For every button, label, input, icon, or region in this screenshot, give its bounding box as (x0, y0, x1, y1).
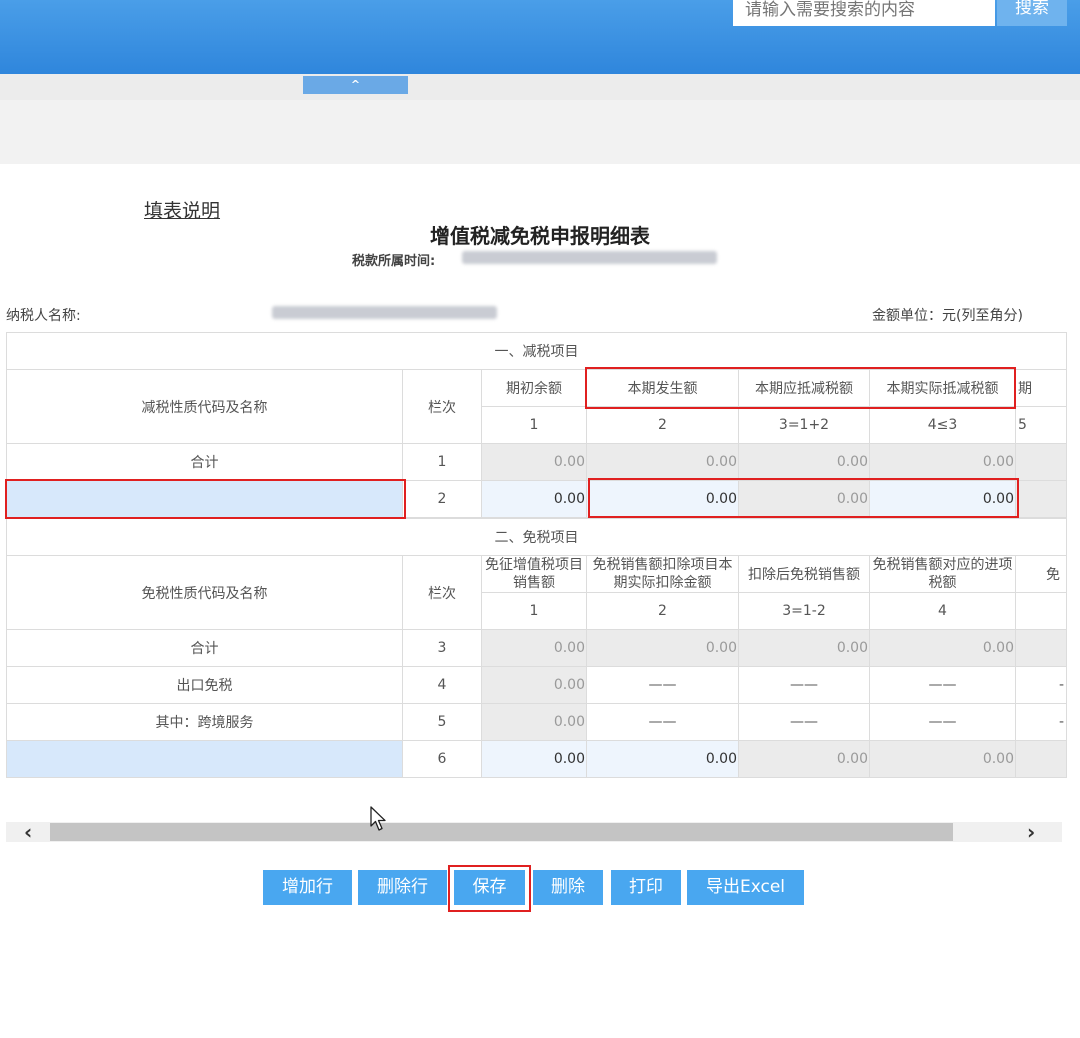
deduction-amount-input[interactable]: 0.00 (586, 740, 739, 778)
row-line-number: 3 (402, 629, 482, 667)
row-line-number: 4 (402, 666, 482, 704)
print-button[interactable]: 打印 (611, 870, 681, 905)
exemption-code-select[interactable] (6, 740, 403, 778)
table-row: 出口免税 4 0.00 —— —— —— - (6, 666, 1068, 704)
taxpayer-name-value-redacted (272, 306, 497, 319)
cell-value: 0.00 (869, 629, 1016, 667)
cell-value (1014, 740, 1068, 778)
cell-value: 0.00 (738, 629, 870, 667)
delete-button[interactable]: 删除 (533, 870, 603, 905)
column-header: 免 (1014, 555, 1068, 593)
cell-value: 0.00 (738, 443, 870, 481)
exemption-name-header: 免税性质代码及名称 (6, 555, 403, 630)
cell-value: 0.00 (869, 443, 1016, 481)
cell-value: - (1014, 666, 1068, 704)
instructions-link[interactable]: 填表说明 (144, 196, 220, 223)
row-name: 合计 (6, 629, 403, 667)
reduction-line-header: 栏次 (402, 369, 482, 444)
cell-value: —— (586, 666, 739, 704)
column-number: 3=1-2 (738, 592, 870, 630)
tax-period-value-redacted (462, 251, 717, 264)
cell-value: —— (738, 666, 870, 704)
highlight-box-column-headers (585, 367, 1016, 409)
scroll-left-icon[interactable]: ‹ (24, 820, 32, 844)
toolbar-band (0, 100, 1080, 164)
column-number: 5 (1014, 406, 1068, 444)
amount-unit-label: 金额单位：元(列至角分) (872, 308, 1023, 324)
delete-row-button[interactable]: 删除行 (358, 870, 447, 905)
section-title-exemption: 二、免税项目 (5, 518, 1068, 556)
cell-value (1014, 629, 1068, 667)
collapse-toggle-button[interactable]: ^ (303, 76, 408, 94)
column-number: 1 (481, 406, 587, 444)
page-title: 增值税减免税申报明细表 (430, 224, 650, 248)
scroll-right-icon[interactable]: › (1027, 820, 1035, 844)
export-excel-button[interactable]: 导出Excel (687, 870, 804, 905)
cell-value: 0.00 (481, 629, 587, 667)
taxpayer-name-label: 纳税人名称: (6, 308, 81, 324)
scrollbar-thumb[interactable] (50, 823, 953, 841)
column-number: 3=1+2 (738, 406, 870, 444)
collapse-bar (0, 74, 1080, 100)
column-header: 期初余额 (481, 369, 587, 407)
cell-value: —— (586, 703, 739, 741)
column-number: 4 (869, 592, 1016, 630)
row-name: 出口免税 (6, 666, 403, 704)
section-title-reduction: 一、减税项目 (5, 332, 1068, 370)
exemption-line-header: 栏次 (402, 555, 482, 630)
cell-value: 0.00 (586, 443, 739, 481)
column-number (1014, 592, 1068, 630)
row-line-number: 5 (402, 703, 482, 741)
cell-value (1014, 443, 1068, 481)
cell-value: 0.00 (869, 740, 1016, 778)
highlight-box-code-select (5, 479, 406, 519)
reduction-name-header: 减税性质代码及名称 (6, 369, 403, 444)
cell-value: 0.00 (481, 703, 587, 741)
highlight-box-save (448, 865, 531, 912)
cell-value: —— (869, 666, 1016, 704)
cell-value: —— (869, 703, 1016, 741)
exempt-sales-input[interactable]: 0.00 (481, 740, 587, 778)
cell-value: —— (738, 703, 870, 741)
cell-value: 0.00 (586, 629, 739, 667)
row-name: 合计 (6, 443, 403, 481)
tax-exemption-table: 二、免税项目 免税性质代码及名称 栏次 免征增值税项目销售额 免税销售额扣除项目… (5, 518, 1068, 778)
column-number: 2 (586, 406, 739, 444)
cell-value (1014, 480, 1068, 518)
column-header: 扣除后免税销售额 (738, 555, 870, 593)
add-row-button[interactable]: 增加行 (263, 870, 352, 905)
column-header: 免征增值税项目销售额 (481, 555, 587, 593)
mouse-cursor-icon (370, 806, 386, 831)
row-line-number: 2 (402, 480, 482, 518)
cell-value: 0.00 (481, 666, 587, 704)
column-number: 2 (586, 592, 739, 630)
column-header: 免税销售额扣除项目本期实际扣除金额 (586, 555, 739, 593)
highlight-box-amounts (588, 478, 1019, 518)
table-row: 合计 3 0.00 0.00 0.00 0.00 (6, 629, 1068, 667)
column-number: 1 (481, 592, 587, 630)
row-line-number: 1 (402, 443, 482, 481)
cell-value: 0.00 (738, 740, 870, 778)
row-line-number: 6 (402, 740, 482, 778)
column-number: 4≤3 (869, 406, 1016, 444)
table-row: 其中：跨境服务 5 0.00 —— —— —— - (6, 703, 1068, 741)
cell-value: 0.00 (481, 443, 587, 481)
opening-balance-input[interactable]: 0.00 (481, 480, 587, 518)
cell-value: - (1014, 703, 1068, 741)
search-button[interactable]: 搜索 (997, 0, 1067, 26)
table-row: 合计 1 0.00 0.00 0.00 0.00 (6, 443, 1068, 481)
column-header: 免税销售额对应的进项税额 (869, 555, 1016, 593)
table-row: 6 0.00 0.00 0.00 0.00 (6, 740, 1068, 778)
row-name: 其中：跨境服务 (6, 703, 403, 741)
search-input[interactable] (733, 0, 995, 26)
tax-period-label: 税款所属时间: (352, 254, 436, 269)
column-header: 期 (1014, 369, 1068, 407)
